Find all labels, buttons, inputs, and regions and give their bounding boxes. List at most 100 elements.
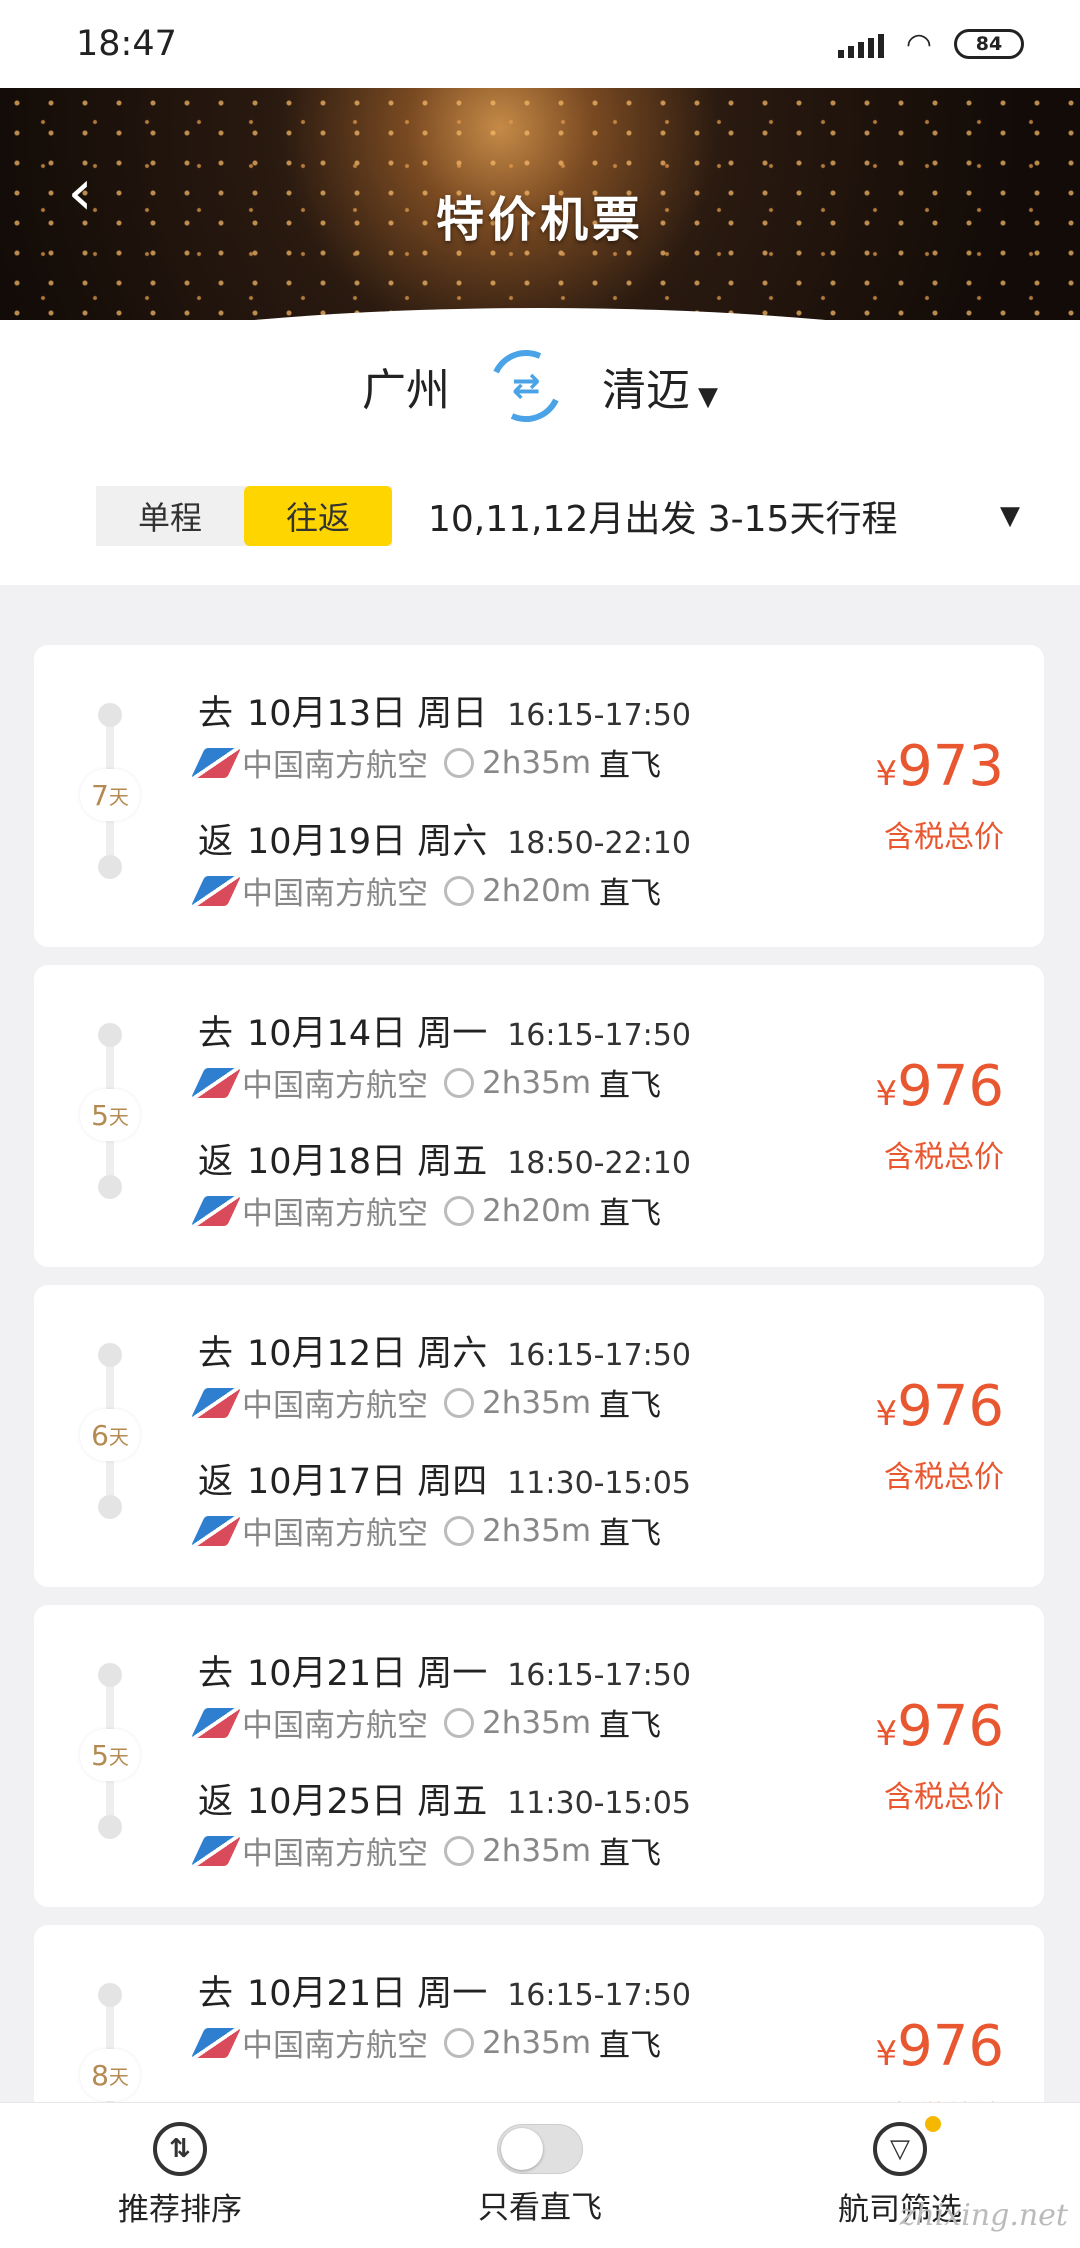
flight-duration: 2h35m bbox=[482, 1512, 592, 1549]
hero-banner: ‹ 特价机票 bbox=[0, 88, 1080, 348]
leg-times: 16:15-17:50 bbox=[507, 1018, 691, 1053]
flight-duration: 2h35m bbox=[482, 1384, 592, 1421]
go-leg: 去 10月21日 周一 16:15-17:50 中国南方航空 2h35m 直飞 bbox=[191, 1645, 691, 1745]
sort-label: 推荐排序 bbox=[118, 2192, 242, 2228]
origin-city[interactable]: 广州 bbox=[362, 354, 450, 418]
price-amount: ¥976 bbox=[875, 1377, 1004, 1444]
signal-icon bbox=[837, 30, 884, 58]
filter-icon: ▽ bbox=[873, 2116, 941, 2176]
price-value: 973 bbox=[897, 734, 1004, 799]
airline-name: 中国南方航空 bbox=[242, 876, 428, 912]
rail-dot bbox=[98, 1495, 122, 1519]
trip-days-badge: 5天 bbox=[80, 1729, 140, 1781]
airline-name: 中国南方航空 bbox=[242, 1516, 428, 1552]
flight-type: 直飞 bbox=[599, 1196, 662, 1232]
ret-leg: 返 10月25日 周五 11:30-15:05 中国南方航空 2h35m 直飞 bbox=[191, 1773, 691, 1873]
leg-details: 中国南方航空 2h35m 直飞 bbox=[191, 1380, 691, 1425]
round-trip-tab[interactable]: 往返 bbox=[244, 486, 392, 546]
leg-header: 返 10月25日 周五 11:30-15:05 bbox=[198, 1773, 691, 1824]
airline-logo-icon bbox=[191, 1707, 241, 1738]
swap-cities-button[interactable]: ⇄ bbox=[479, 339, 573, 433]
leg-prefix: 返 bbox=[198, 1462, 234, 1502]
trip-days-unit: 天 bbox=[108, 2064, 129, 2089]
status-time: 18:47 bbox=[76, 24, 177, 64]
price-amount: ¥976 bbox=[875, 1057, 1004, 1124]
route-selector: 广州 ⇄ 清迈 ▼ bbox=[0, 339, 1080, 433]
trip-days: 8 bbox=[91, 2058, 109, 2092]
price-note: 含税总价 bbox=[884, 1780, 1004, 1815]
leg-times: 16:15-17:50 bbox=[507, 1658, 691, 1693]
leg-date: 10月21日 周一 bbox=[247, 1974, 488, 2014]
trip-days-unit: 天 bbox=[108, 1744, 129, 1769]
wifi-icon: ◠ bbox=[905, 26, 932, 62]
leg-details: 中国南方航空 2h35m 直飞 bbox=[191, 740, 691, 785]
search-header: 广州 ⇄ 清迈 ▼ 单程 往返 10,11,12月出发 3-15天行程 ▼ bbox=[0, 320, 1080, 585]
flight-type: 直飞 bbox=[599, 1516, 662, 1552]
clock-icon bbox=[444, 1707, 474, 1738]
airline-logo-icon bbox=[191, 1387, 241, 1418]
flight-type: 直飞 bbox=[599, 2028, 662, 2064]
flight-duration: 2h35m bbox=[482, 1832, 592, 1869]
leg-header: 返 10月18日 周五 18:50-22:10 bbox=[198, 1133, 691, 1184]
toggle-switch[interactable] bbox=[497, 2124, 583, 2174]
price-value: 976 bbox=[897, 1694, 1004, 1759]
currency-symbol: ¥ bbox=[875, 2034, 898, 2074]
leg-times: 18:50-22:10 bbox=[507, 1146, 691, 1181]
rail-dot bbox=[98, 1815, 122, 1839]
airline-name: 中国南方航空 bbox=[242, 1388, 428, 1424]
direct-only-label: 只看直飞 bbox=[478, 2190, 602, 2226]
leg-prefix: 返 bbox=[198, 1782, 234, 1822]
destination-label: 清迈 bbox=[602, 365, 690, 416]
airline-logo-icon bbox=[191, 1835, 241, 1866]
trip-days-badge: 5天 bbox=[80, 1089, 140, 1141]
flight-card[interactable]: 5天 去 10月21日 周一 16:15-17:50 中国南方航空 2h35m … bbox=[34, 1605, 1044, 1907]
date-range-selector[interactable]: 10,11,12月出发 3-15天行程 bbox=[428, 490, 1000, 542]
go-leg: 去 10月14日 周一 16:15-17:50 中国南方航空 2h35m 直飞 bbox=[191, 1005, 691, 1105]
price-amount: ¥976 bbox=[875, 2017, 1004, 2084]
sort-button[interactable]: ⇅ 推荐排序 bbox=[30, 2122, 330, 2229]
battery-level: 84 bbox=[975, 33, 1003, 55]
clock-icon bbox=[444, 1387, 474, 1418]
leg-times: 18:50-22:10 bbox=[507, 826, 691, 861]
leg-header: 去 10月14日 周一 16:15-17:50 bbox=[198, 1005, 691, 1056]
price-amount: ¥973 bbox=[875, 737, 1004, 804]
price-value: 976 bbox=[897, 2014, 1004, 2079]
flight-list: 7天 去 10月13日 周日 16:15-17:50 中国南方航空 2h35m … bbox=[34, 645, 1044, 2245]
price-note: 含税总价 bbox=[884, 1460, 1004, 1495]
airline-name: 中国南方航空 bbox=[242, 2028, 428, 2064]
leg-date: 10月25日 周五 bbox=[247, 1782, 488, 1822]
leg-times: 11:30-15:05 bbox=[507, 1786, 691, 1821]
price-note: 含税总价 bbox=[884, 1140, 1004, 1175]
leg-times: 11:30-15:05 bbox=[507, 1466, 691, 1501]
leg-prefix: 返 bbox=[198, 822, 234, 862]
clock-icon bbox=[444, 2027, 474, 2058]
airline-logo-icon bbox=[191, 1195, 241, 1226]
ret-leg: 返 10月19日 周六 18:50-22:10 中国南方航空 2h20m 直飞 bbox=[191, 813, 691, 913]
airline-logo-icon bbox=[191, 1515, 241, 1546]
leg-details: 中国南方航空 2h35m 直飞 bbox=[191, 2020, 691, 2065]
trip-filter-row: 单程 往返 10,11,12月出发 3-15天行程 ▼ bbox=[96, 486, 1020, 546]
leg-date: 10月14日 周一 bbox=[247, 1014, 488, 1054]
direct-only-toggle[interactable]: 只看直飞 bbox=[390, 2124, 690, 2227]
clock-icon bbox=[444, 1195, 474, 1226]
price-note: 含税总价 bbox=[884, 820, 1004, 855]
currency-symbol: ¥ bbox=[875, 1394, 898, 1434]
destination-city[interactable]: 清迈 ▼ bbox=[602, 354, 718, 418]
leg-details: 中国南方航空 2h35m 直飞 bbox=[191, 1060, 691, 1105]
price-block: ¥976 含税总价 bbox=[875, 1697, 1004, 1816]
swap-icon: ⇄ bbox=[511, 366, 541, 406]
leg-header: 返 10月17日 周四 11:30-15:05 bbox=[198, 1453, 691, 1504]
rail-dot bbox=[98, 1983, 122, 2007]
go-leg: 去 10月21日 周一 16:15-17:50 中国南方航空 2h35m 直飞 bbox=[191, 1965, 691, 2065]
rail-dot bbox=[98, 1175, 122, 1199]
leg-date: 10月17日 周四 bbox=[247, 1462, 488, 1502]
flight-type: 直飞 bbox=[599, 876, 662, 912]
flight-card[interactable]: 5天 去 10月14日 周一 16:15-17:50 中国南方航空 2h35m … bbox=[34, 965, 1044, 1267]
flight-card[interactable]: 7天 去 10月13日 周日 16:15-17:50 中国南方航空 2h35m … bbox=[34, 645, 1044, 947]
caret-down-icon[interactable]: ▼ bbox=[1000, 501, 1020, 531]
one-way-tab[interactable]: 单程 bbox=[96, 486, 244, 546]
flight-card[interactable]: 6天 去 10月12日 周六 16:15-17:50 中国南方航空 2h35m … bbox=[34, 1285, 1044, 1587]
clock-icon bbox=[444, 747, 474, 778]
flight-type: 直飞 bbox=[599, 1836, 662, 1872]
battery-icon: 84 bbox=[954, 29, 1024, 59]
